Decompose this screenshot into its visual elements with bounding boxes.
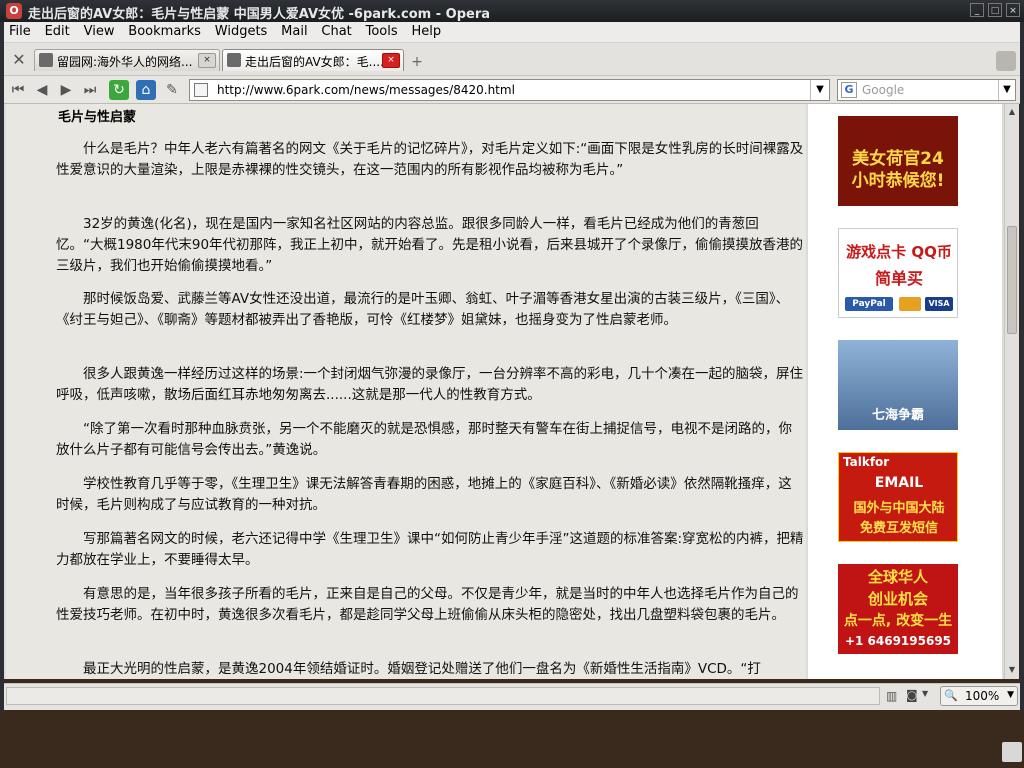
ad-text: 国外与中国大陆 (853, 501, 945, 516)
menu-help[interactable]: Help (406, 22, 446, 39)
address-url[interactable]: http://www.6park.com/news/messages/8420.… (217, 83, 515, 97)
zoom-control[interactable]: 🔍 100% ▼ (940, 686, 1018, 706)
tray-keyboard-icon[interactable] (1002, 742, 1022, 762)
paypal-logo: PayPal (845, 297, 893, 311)
menu-chat[interactable]: Chat (316, 22, 356, 39)
tab-label: 留园网:海外华人的网络... (57, 55, 193, 69)
rewind-icon[interactable]: ⏮ (8, 80, 28, 100)
address-dropdown-icon[interactable]: ▼ (810, 80, 829, 100)
menu-tools[interactable]: Tools (361, 22, 403, 39)
search-box[interactable]: G Google ▼ (837, 79, 1016, 101)
menu-bar: File Edit View Bookmarks Widgets Mail Ch… (4, 22, 1020, 43)
ad-banner-business[interactable]: 全球华人 创业机会 点一点, 改变一生 +1 6469195695 (838, 564, 958, 654)
window-frame-right (1020, 22, 1024, 712)
close-icon[interactable]: × (1006, 3, 1020, 17)
article-paragraph: 学校性教育几乎等于零，《生理卫生》课无法解答青春期的困惑，地摊上的《家庭百科》、… (56, 476, 792, 513)
window-title: 走出后窗的AV女郎：毛片与性启蒙 中国男人爱AV女优 -6park.com - … (28, 7, 491, 22)
ad-text: 游戏点卡 QQ币 (846, 243, 952, 261)
tab-favicon-icon (227, 53, 241, 67)
zoom-dropdown-icon[interactable]: ▼ (1007, 690, 1014, 700)
ad-text: 简单买 (874, 269, 923, 288)
tab-close-icon[interactable]: × (382, 53, 400, 68)
search-dropdown-icon[interactable]: ▼ (998, 80, 1015, 100)
window-titlebar[interactable]: O 走出后窗的AV女郎：毛片与性启蒙 中国男人爱AV女优 -6park.com … (0, 0, 1024, 22)
visa-logo: VISA (925, 297, 953, 311)
zoom-level: 100% (965, 689, 1000, 703)
tab-bar: ✕ 留园网:海外华人的网络... × 走出后窗的AV女郎：毛..... × + (4, 43, 1020, 76)
forward-icon[interactable]: ▶ (56, 80, 76, 100)
back-icon[interactable]: ◀ (32, 80, 52, 100)
article-paragraph: 很多人跟黄逸一样经历过这样的场景:一个封闭烟气弥漫的录像厅，一台分辨率不高的彩电… (56, 366, 804, 403)
status-text-field (6, 687, 880, 705)
article-heading: 毛片与性启蒙 (58, 110, 137, 125)
menu-view[interactable]: View (79, 22, 120, 39)
minimize-icon[interactable]: _ (970, 3, 984, 17)
tools-panel-icon[interactable]: ✕ (8, 49, 30, 71)
article-paragraph: 那时候饭岛爱、武藤兰等AV女性还没出道，最流行的是叶玉卿、翁虹、叶子湄等香港女星… (56, 291, 790, 328)
ad-text: +1 6469195695 (844, 634, 952, 648)
ad-sidebar: 美女荷官24 小时恭候您! 游戏点卡 QQ币 简单买 PayPal VISA 七… (808, 104, 1002, 679)
camera-dropdown-icon[interactable]: ▼ (922, 689, 928, 698)
google-icon[interactable]: G (841, 82, 857, 98)
menu-mail[interactable]: Mail (276, 22, 312, 39)
camera-icon[interactable]: ◙ (906, 688, 918, 702)
article-paragraph: 有意思的是，当年很多孩子所看的毛片，正来自是自己的父母。不仅是青少年，就是当时的… (56, 586, 799, 623)
ad-text: Talkfor (843, 455, 890, 469)
ad-text: 七海争霸 (871, 408, 924, 423)
page-content: 毛片与性启蒙 什么是毛片？中年人老六有篇著名的网文《关于毛片的记忆碎片》，对毛片… (4, 104, 1004, 679)
address-bar[interactable]: http://www.6park.com/news/messages/8420.… (189, 79, 830, 101)
scroll-thumb[interactable] (1007, 226, 1017, 334)
fast-forward-icon[interactable]: ⏭ (80, 80, 100, 100)
menu-edit[interactable]: Edit (40, 22, 75, 39)
article-paragraph: 什么是毛片？中年人老六有篇著名的网文《关于毛片的记忆碎片》，对毛片定义如下:“画… (56, 141, 804, 178)
trash-icon[interactable] (996, 51, 1016, 71)
status-bar: ▥ ◙ ▼ 🔍 100% ▼ (4, 683, 1020, 710)
home-icon[interactable]: ⌂ (136, 80, 156, 100)
mastercard-logo (899, 297, 921, 311)
ad-text: 小时恭候您! (851, 171, 945, 191)
search-input[interactable]: Google (862, 83, 904, 97)
ad-banner-casino[interactable]: 美女荷官24 小时恭候您! (838, 116, 958, 206)
ad-banner-email-sms[interactable]: Talkfor EMAIL 国外与中国大陆 免费互发短信 (838, 452, 958, 542)
ad-text: 全球华人 (867, 568, 928, 586)
article-paragraph: 最正大光明的性启蒙，是黄逸2004年领结婚证时。婚姻登记处赠送了他们一盘名为《新… (83, 661, 761, 677)
ad-text: 免费互发短信 (859, 521, 938, 536)
tab-article[interactable]: 走出后窗的AV女郎：毛..... × (222, 49, 404, 71)
speed-dial-icon[interactable]: ▥ (886, 689, 897, 703)
menu-bookmarks[interactable]: Bookmarks (123, 22, 206, 39)
reload-icon[interactable]: ↻ (109, 80, 129, 100)
ad-text: EMAIL (874, 475, 924, 491)
tab-favicon-icon (39, 53, 53, 67)
menu-widgets[interactable]: Widgets (210, 22, 273, 39)
article-paragraph: 写那篇著名网文的时候，老六还记得中学《生理卫生》课中“如何防止青少年手淫”这道题… (56, 531, 804, 568)
article: 毛片与性启蒙 什么是毛片？中年人老六有篇著名的网文《关于毛片的记忆碎片》，对毛片… (6, 104, 806, 679)
scroll-up-icon[interactable]: ▲ (1005, 106, 1019, 118)
tab-label: 走出后窗的AV女郎：毛..... (245, 55, 388, 69)
tab-liuyuan[interactable]: 留园网:海外华人的网络... × (34, 49, 220, 71)
article-paragraph: “除了第一次看时那种血脉贲张，另一个不能磨灭的就是恐惧感，那时整天有警车在街上捕… (56, 421, 792, 458)
zoom-icon: 🔍 (944, 689, 958, 702)
page-icon (194, 83, 208, 97)
article-paragraph: 32岁的黄逸(化名)，现在是国内一家知名社区网站的内容总监。跟很多同龄人一样，看… (56, 216, 804, 274)
menu-file[interactable]: File (4, 22, 36, 39)
ad-banner-game-cards[interactable]: 游戏点卡 QQ币 简单买 PayPal VISA (838, 228, 958, 318)
opera-icon: O (6, 3, 22, 19)
tab-close-icon[interactable]: × (198, 53, 216, 68)
edit-wand-icon[interactable]: ✎ (162, 80, 182, 100)
desktop-background (0, 712, 1024, 768)
maximize-icon[interactable]: □ (988, 3, 1002, 17)
scroll-down-icon[interactable]: ▼ (1005, 664, 1019, 676)
new-tab-icon[interactable]: + (408, 53, 426, 71)
vertical-scrollbar[interactable]: ▲ ▼ (1004, 104, 1019, 679)
ad-text: 创业机会 (867, 590, 928, 608)
ad-banner-seven-seas[interactable]: 七海争霸 (838, 340, 958, 430)
ad-text: 点一点, 改变一生 (843, 613, 953, 629)
